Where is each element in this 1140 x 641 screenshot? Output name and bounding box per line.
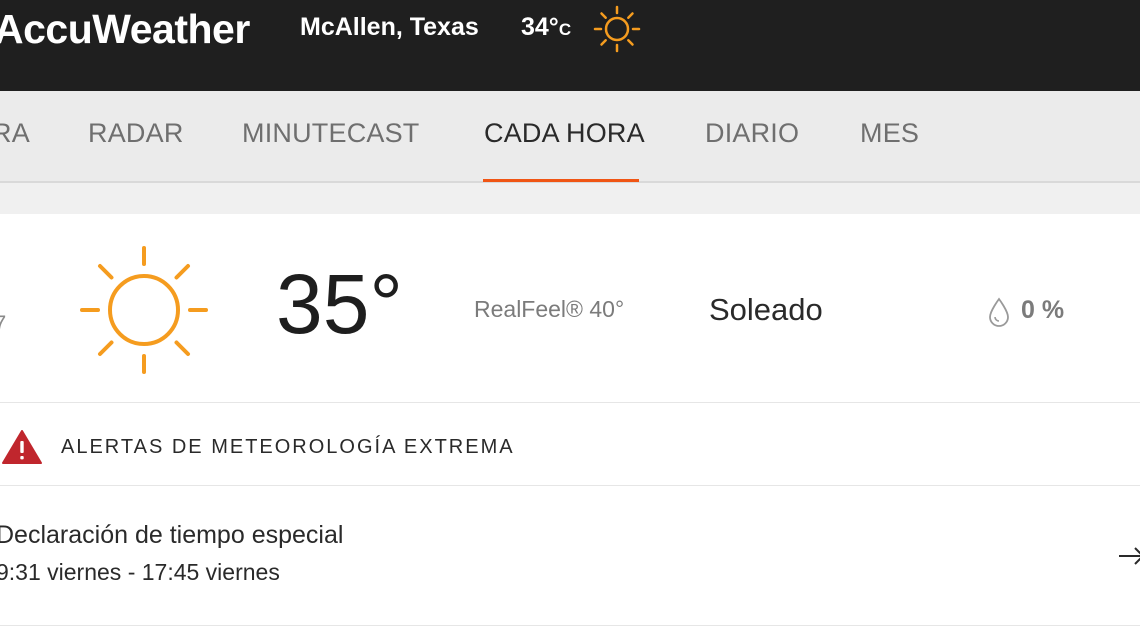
- current-temperature[interactable]: 34°C: [521, 13, 571, 42]
- alert-item[interactable]: Declaración de tiempo especial 9:31 vier…: [0, 486, 1140, 626]
- current-temperature-value: 34°: [521, 13, 559, 41]
- nav-item-minutecast[interactable]: MINUTECAST: [242, 118, 420, 149]
- alert-item-time: 9:31 viernes - 17:45 viernes: [0, 559, 280, 585]
- nav-item-hourly[interactable]: CADA HORA: [484, 118, 645, 149]
- alert-item-title: Declaración de tiempo especial: [0, 521, 344, 549]
- brand-logo[interactable]: AccuWeather: [0, 6, 250, 53]
- sun-icon: [80, 246, 208, 374]
- weather-phrase: Soleado: [709, 292, 823, 327]
- arrow-right-icon[interactable]: [1117, 541, 1140, 571]
- main-nav: RA RADAR MINUTECAST CADA HORA DIARIO MES: [0, 91, 1140, 183]
- hourly-forecast-row[interactable]: 7 35° RealFeel® 40° Soleado 0 %: [0, 214, 1140, 403]
- top-bar: AccuWeather McAllen, Texas 34°C: [0, 0, 1140, 91]
- sun-icon: [593, 5, 641, 53]
- section-gap: [0, 183, 1140, 214]
- nav-item-radar[interactable]: RADAR: [88, 118, 184, 149]
- nav-item-monthly[interactable]: MES: [860, 118, 919, 149]
- current-location[interactable]: McAllen, Texas: [300, 13, 479, 42]
- warning-triangle-icon: [2, 430, 42, 464]
- hour-label: 7: [0, 311, 7, 336]
- temperature-unit: C: [558, 20, 572, 39]
- hourly-card: 7 35° RealFeel® 40° Soleado 0 % ALERTAS …: [0, 214, 1140, 641]
- realfeel-temperature: RealFeel® 40°: [474, 296, 625, 322]
- severe-weather-alerts-header: ALERTAS DE METEOROLOGÍA EXTREMA: [0, 403, 1140, 486]
- active-tab-indicator: [483, 179, 639, 182]
- nav-item-daily[interactable]: DIARIO: [705, 118, 799, 149]
- hourly-temperature: 35°: [276, 257, 404, 351]
- precipitation-probability: 0 %: [1021, 296, 1065, 324]
- nav-item-truncated[interactable]: RA: [0, 118, 30, 149]
- alerts-title: ALERTAS DE METEOROLOGÍA EXTREMA: [61, 436, 515, 458]
- drop-icon: [989, 297, 1009, 327]
